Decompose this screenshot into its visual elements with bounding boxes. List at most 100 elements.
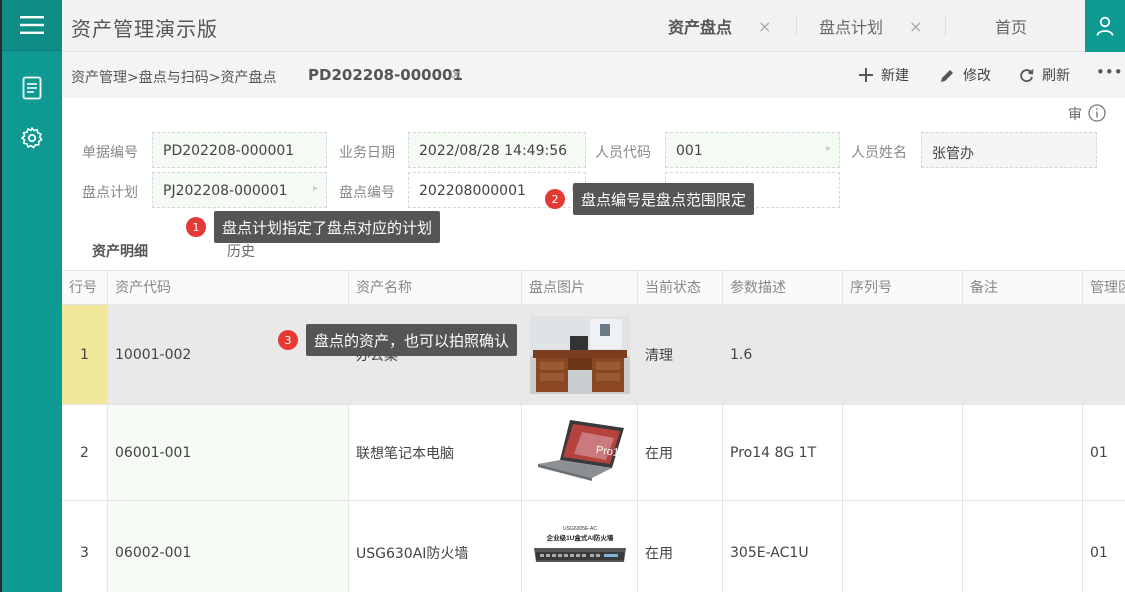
photo-cell[interactable]: Pro14 (522, 405, 638, 500)
breadcrumb: 资产管理>盘点与扫码>资产盘点 (71, 70, 277, 86)
refresh-icon (1019, 68, 1034, 83)
desk-photo-image (529, 315, 630, 394)
person-name-field[interactable]: 张管办 (921, 132, 1097, 168)
tab-divider (945, 16, 946, 36)
tab-asset-detail[interactable]: 资产明细 (92, 241, 148, 261)
table-row[interactable]: 1 10001-002 办公桌 清理 1.6 (62, 305, 1125, 405)
asset-code-cell: 06002-001 (108, 501, 349, 592)
tab-asset-count[interactable]: 资产盘点 × (668, 0, 771, 52)
tab-history[interactable]: 历史 (227, 241, 255, 261)
column-header[interactable]: 序列号 (843, 271, 963, 305)
count-no-value: 202208000001 (419, 183, 526, 199)
gear-icon (21, 127, 43, 149)
photo-cell[interactable] (522, 305, 638, 404)
row-number: 2 (62, 405, 108, 500)
annotation-1: 1 盘点计划指定了盘点对应的计划 (186, 211, 441, 243)
table-row[interactable]: 2 06001-001 联想笔记本电脑 Pro14 在用 Pro14 8G 1T… (62, 405, 1125, 501)
tab-close-icon[interactable]: × (758, 17, 771, 36)
column-header[interactable]: 盘点图片 (522, 271, 638, 305)
person-code-field[interactable]: 001 ▸ (665, 132, 840, 168)
column-header[interactable]: 备注 (963, 271, 1083, 305)
tab-home[interactable]: 首页 (995, 0, 1027, 52)
area-cell: 01 (1090, 444, 1108, 461)
serial-cell (843, 305, 963, 404)
status-cell: 在用 (638, 405, 723, 500)
person-code-label: 人员代码 (595, 145, 651, 161)
annotation-2: 2 盘点编号是盘点范围限定 (545, 183, 755, 215)
doc-no-field[interactable]: PD202208-000001 (152, 132, 327, 168)
edit-button-label: 修改 (963, 68, 991, 84)
firewall-model-text: USG6305E-AC (563, 526, 597, 532)
tab-label: 资产盘点 (668, 18, 733, 37)
menu-toggle-button[interactable] (2, 0, 62, 50)
new-button-label: 新建 (881, 68, 909, 84)
column-header[interactable]: 资产代码 (108, 271, 349, 305)
remark-cell (963, 501, 1083, 592)
param-cell: 1.6 (723, 305, 843, 404)
document-close-icon[interactable]: × (450, 65, 463, 83)
top-bar: 资产管理演示版 资产盘点 × 盘点计划 × 首页 (62, 0, 1125, 52)
app-title: 资产管理演示版 (71, 17, 218, 41)
tab-divider (796, 16, 797, 36)
plan-label: 盘点计划 (82, 185, 138, 201)
more-button[interactable]: ••• (1096, 63, 1123, 81)
sidebar (2, 0, 62, 592)
asset-code-cell: 06001-001 (108, 405, 349, 500)
user-avatar-button[interactable] (1085, 0, 1125, 52)
info-icon[interactable] (1088, 104, 1106, 126)
table-header: 行号 资产代码 资产名称 盘点图片 当前状态 参数描述 序列号 备注 管理区 (62, 270, 1125, 305)
column-header[interactable]: 资产名称 (349, 271, 522, 305)
serial-cell (843, 405, 963, 500)
chevron-right-icon: ▸ (312, 183, 318, 194)
firewall-photo-image: USG6305E-AC 企业级1U盒式AI防火墙 (529, 514, 630, 592)
new-button[interactable]: 新建 (859, 65, 909, 85)
audit-label: 审 (1068, 107, 1082, 123)
sub-bar: 资产管理>盘点与扫码>资产盘点 PD202208-000001 × 新建 修改 … (62, 52, 1125, 98)
photo-cell[interactable]: USG6305E-AC 企业级1U盒式AI防火墙 (522, 501, 638, 592)
column-header[interactable]: 当前状态 (638, 271, 723, 305)
status-cell: 清理 (638, 305, 723, 404)
row-number: 3 (62, 501, 108, 592)
serial-cell (843, 501, 963, 592)
annotation-text: 盘点编号是盘点范围限定 (573, 183, 755, 215)
user-icon (1096, 16, 1114, 36)
annotation-text: 盘点的资产，也可以拍照确认 (306, 324, 518, 356)
chevron-right-icon: ▸ (825, 143, 831, 154)
column-header[interactable]: 管理区 (1083, 271, 1125, 305)
asset-name-cell: 联想笔记本电脑 (349, 405, 522, 500)
param-cell: Pro14 8G 1T (723, 405, 843, 500)
date-label: 业务日期 (339, 145, 395, 161)
plan-value: PJ202208-000001 (163, 183, 288, 199)
tab-label: 首页 (995, 18, 1028, 37)
date-field[interactable]: 2022/08/28 14:49:56 (408, 132, 586, 168)
hamburger-icon (20, 16, 44, 34)
remark-cell (963, 405, 1083, 500)
area-cell: 01 (1090, 545, 1108, 561)
doc-no-label: 单据编号 (82, 145, 138, 161)
laptop-photo-image: Pro14 (529, 413, 630, 492)
sidebar-item-documents[interactable] (2, 70, 62, 106)
annotation-number: 3 (278, 330, 298, 350)
document-tab-title[interactable]: PD202208-000001 (308, 66, 463, 84)
refresh-button[interactable]: 刷新 (1019, 65, 1070, 85)
sidebar-item-settings[interactable] (2, 120, 62, 156)
firewall-caption-text: 企业级1U盒式AI防火墙 (545, 533, 613, 542)
annotation-text: 盘点计划指定了盘点对应的计划 (214, 211, 441, 243)
plan-field[interactable]: PJ202208-000001 ▸ (152, 172, 327, 208)
annotation-number: 2 (545, 189, 565, 209)
tab-close-icon[interactable]: × (909, 17, 922, 36)
area-cell (1083, 305, 1125, 404)
row-number: 1 (62, 305, 108, 404)
tab-count-plan[interactable]: 盘点计划 × (819, 0, 922, 52)
tab-label: 盘点计划 (819, 18, 884, 37)
asset-table: 行号 资产代码 资产名称 盘点图片 当前状态 参数描述 序列号 备注 管理区 1… (62, 270, 1125, 592)
table-row[interactable]: 3 06002-001 USG630AI防火墙 USG6305E-AC 企业级1… (62, 501, 1125, 592)
annotation-number: 1 (186, 217, 206, 237)
column-header[interactable]: 行号 (62, 271, 108, 305)
column-header[interactable]: 参数描述 (723, 271, 843, 305)
edit-button[interactable]: 修改 (940, 65, 991, 85)
person-name-label: 人员姓名 (851, 145, 907, 161)
status-cell: 在用 (638, 501, 723, 592)
remark-cell (963, 305, 1083, 404)
param-cell: 305E-AC1U (723, 501, 843, 592)
